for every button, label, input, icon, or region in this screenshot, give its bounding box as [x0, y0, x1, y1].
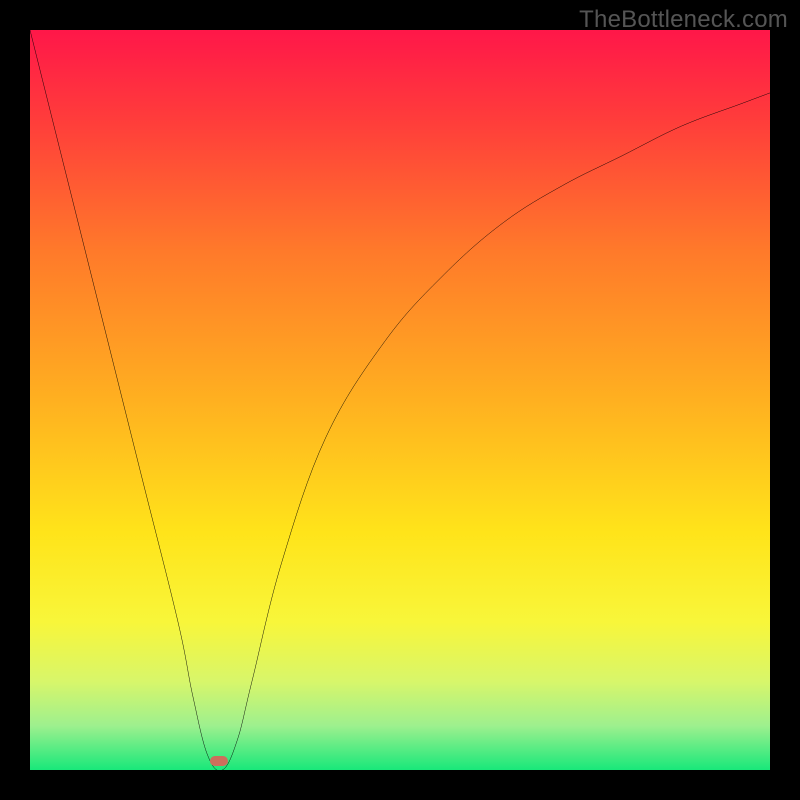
- optimum-marker: [210, 756, 228, 766]
- watermark-text: TheBottleneck.com: [579, 6, 788, 34]
- bottleneck-curve: [30, 30, 770, 770]
- chart-frame: TheBottleneck.com: [0, 0, 800, 800]
- plot-area: [30, 30, 770, 770]
